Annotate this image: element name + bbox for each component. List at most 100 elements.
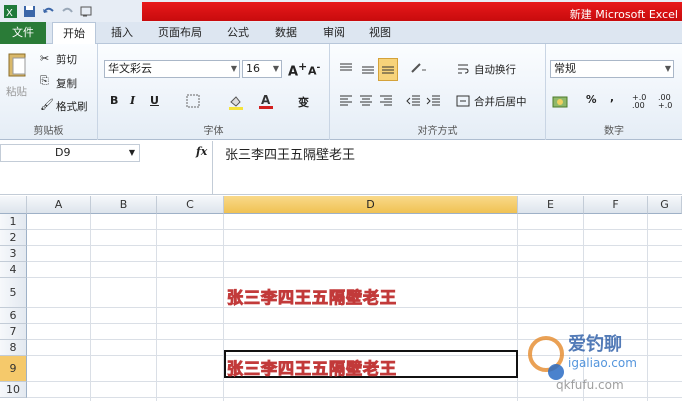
- tab-page-layout[interactable]: 页面布局: [152, 22, 208, 44]
- row-header-6[interactable]: 6: [0, 308, 27, 324]
- align-center-icon[interactable]: [358, 94, 374, 111]
- column-header-b[interactable]: B: [91, 196, 157, 214]
- align-bottom-icon[interactable]: [378, 58, 398, 81]
- watermark-brand: 爱钓聊: [568, 334, 622, 355]
- name-box[interactable]: D9 ▼: [0, 144, 140, 162]
- row-header-8[interactable]: 8: [0, 340, 27, 356]
- bold-button[interactable]: B: [110, 94, 118, 107]
- row-header-1[interactable]: 1: [0, 214, 27, 230]
- column-header-c[interactable]: C: [157, 196, 224, 214]
- tab-home[interactable]: 开始: [52, 22, 96, 45]
- svg-text:A: A: [261, 93, 271, 107]
- font-color-icon[interactable]: A: [258, 92, 274, 113]
- orientation-icon[interactable]: [410, 60, 430, 79]
- save-icon[interactable]: [22, 4, 37, 19]
- chevron-down-icon: ▼: [272, 64, 279, 73]
- chevron-down-icon: ▼: [230, 64, 237, 73]
- column-header-e[interactable]: E: [518, 196, 584, 214]
- clipboard-group-label: 剪贴板: [33, 126, 64, 137]
- row-header-10[interactable]: 10: [0, 382, 27, 398]
- clipboard-group: 粘贴 ✂ 剪切 ⎘ 复制 🖌 格式刷 剪贴板: [0, 44, 98, 140]
- copy-icon[interactable]: ⎘: [40, 74, 49, 88]
- merge-center-button[interactable]: 合并后居中: [474, 94, 527, 109]
- formula-input[interactable]: 张三李四王五隔壁老王: [212, 141, 682, 195]
- grid-line: [156, 214, 157, 401]
- currency-icon[interactable]: [552, 94, 574, 113]
- tab-view[interactable]: 视图: [364, 22, 396, 44]
- shrink-font-icon[interactable]: A-: [308, 62, 320, 78]
- font-name-select[interactable]: 华文彩云 ▼: [104, 60, 240, 78]
- increase-indent-icon[interactable]: [426, 94, 442, 111]
- decrease-decimal-button[interactable]: .00 +.0: [658, 94, 680, 110]
- tab-file[interactable]: 文件: [0, 22, 46, 44]
- tab-insert[interactable]: 插入: [106, 22, 138, 44]
- window-title: 新建 Microsoft Excel: [569, 8, 678, 21]
- fill-color-icon[interactable]: [228, 94, 244, 113]
- percent-button[interactable]: %: [586, 94, 597, 106]
- redo-icon[interactable]: [60, 4, 75, 19]
- column-header-g[interactable]: G: [648, 196, 682, 214]
- phonetic-button[interactable]: 变: [298, 94, 309, 110]
- number-group-label: 数字: [604, 126, 624, 137]
- font-name-value: 华文彩云: [108, 62, 152, 75]
- decrease-indent-icon[interactable]: [406, 94, 422, 111]
- chevron-down-icon: ▼: [128, 148, 135, 157]
- comma-button[interactable]: ,: [610, 92, 614, 104]
- underline-button[interactable]: U: [150, 94, 159, 107]
- align-right-icon[interactable]: [378, 94, 394, 111]
- cut-button[interactable]: 剪切: [56, 52, 77, 67]
- row-header-9[interactable]: 9: [0, 356, 27, 382]
- column-header-a[interactable]: A: [27, 196, 91, 214]
- paste-label[interactable]: 粘贴: [6, 84, 27, 99]
- row-header-2[interactable]: 2: [0, 230, 27, 246]
- name-box-value: D9: [55, 146, 71, 159]
- tab-data[interactable]: 数据: [270, 22, 302, 44]
- row-header-7[interactable]: 7: [0, 324, 27, 340]
- row-header-5[interactable]: 5: [0, 278, 27, 308]
- select-all-corner[interactable]: [0, 196, 27, 214]
- grow-font-icon[interactable]: A+: [288, 60, 307, 79]
- paste-icon[interactable]: [6, 50, 28, 83]
- font-group: 华文彩云 ▼ 16 ▼ A+ A- B I U A 变 字体: [98, 44, 330, 140]
- row-header-4[interactable]: 4: [0, 262, 27, 278]
- cell-d9[interactable]: 张三李四王五隔壁老王: [226, 355, 397, 379]
- align-top-icon[interactable]: [338, 62, 354, 79]
- cell-d5[interactable]: 张三李四王五隔壁老王: [226, 284, 397, 308]
- ribbon: 粘贴 ✂ 剪切 ⎘ 复制 🖌 格式刷 剪贴板 华文彩云 ▼ 16 ▼ A+ A- B…: [0, 44, 682, 140]
- number-format-value: 常规: [554, 62, 576, 75]
- align-left-icon[interactable]: [338, 94, 354, 111]
- tab-formulas[interactable]: 公式: [222, 22, 254, 44]
- fx-icon[interactable]: fx: [196, 145, 207, 158]
- quick-access-toolbar: X: [0, 0, 94, 22]
- number-format-select[interactable]: 常规 ▼: [550, 60, 674, 78]
- wrap-text-icon[interactable]: [456, 62, 470, 79]
- number-group: 常规 ▼ % , +.0 .00 .00 +.0 数字: [546, 44, 682, 140]
- font-size-select[interactable]: 16 ▼: [242, 60, 282, 78]
- title-highlight: 新建 Microsoft Excel: [142, 2, 682, 21]
- undo-icon[interactable]: [41, 4, 56, 19]
- align-middle-icon[interactable]: [360, 62, 376, 79]
- format-painter-icon[interactable]: 🖌: [40, 98, 54, 111]
- tab-review[interactable]: 审阅: [318, 22, 350, 44]
- title-bar: X 新建 Microsoft Excel: [0, 0, 682, 22]
- font-group-label: 字体: [203, 126, 224, 137]
- customize-toolbar-icon[interactable]: [79, 4, 94, 19]
- italic-button[interactable]: I: [130, 94, 135, 107]
- watermark-url-secondary: qkfufu.com: [556, 378, 624, 392]
- copy-button[interactable]: 复制: [56, 76, 77, 91]
- cut-icon[interactable]: ✂: [40, 52, 49, 65]
- grid-line: [90, 214, 91, 401]
- formula-bar: D9 ▼ fx 张三李四王五隔壁老王: [0, 141, 682, 195]
- increase-decimal-button[interactable]: +.0 .00: [632, 94, 654, 110]
- ribbon-tabs: 文件 开始 插入 页面布局 公式 数据 审阅 视图: [0, 22, 682, 45]
- column-header-f[interactable]: F: [584, 196, 648, 214]
- column-header-d[interactable]: D: [224, 196, 518, 214]
- wrap-text-button[interactable]: 自动换行: [474, 62, 516, 77]
- border-icon[interactable]: [186, 94, 200, 111]
- alignment-group: 自动换行 合并后居中 对齐方式: [330, 44, 546, 140]
- row-header-3[interactable]: 3: [0, 246, 27, 262]
- watermark: 爱钓聊 igaliao.com qkfufu.com: [516, 322, 682, 401]
- merge-center-icon[interactable]: [456, 94, 470, 111]
- font-size-value: 16: [246, 62, 260, 75]
- format-painter-button[interactable]: 格式刷: [56, 99, 88, 114]
